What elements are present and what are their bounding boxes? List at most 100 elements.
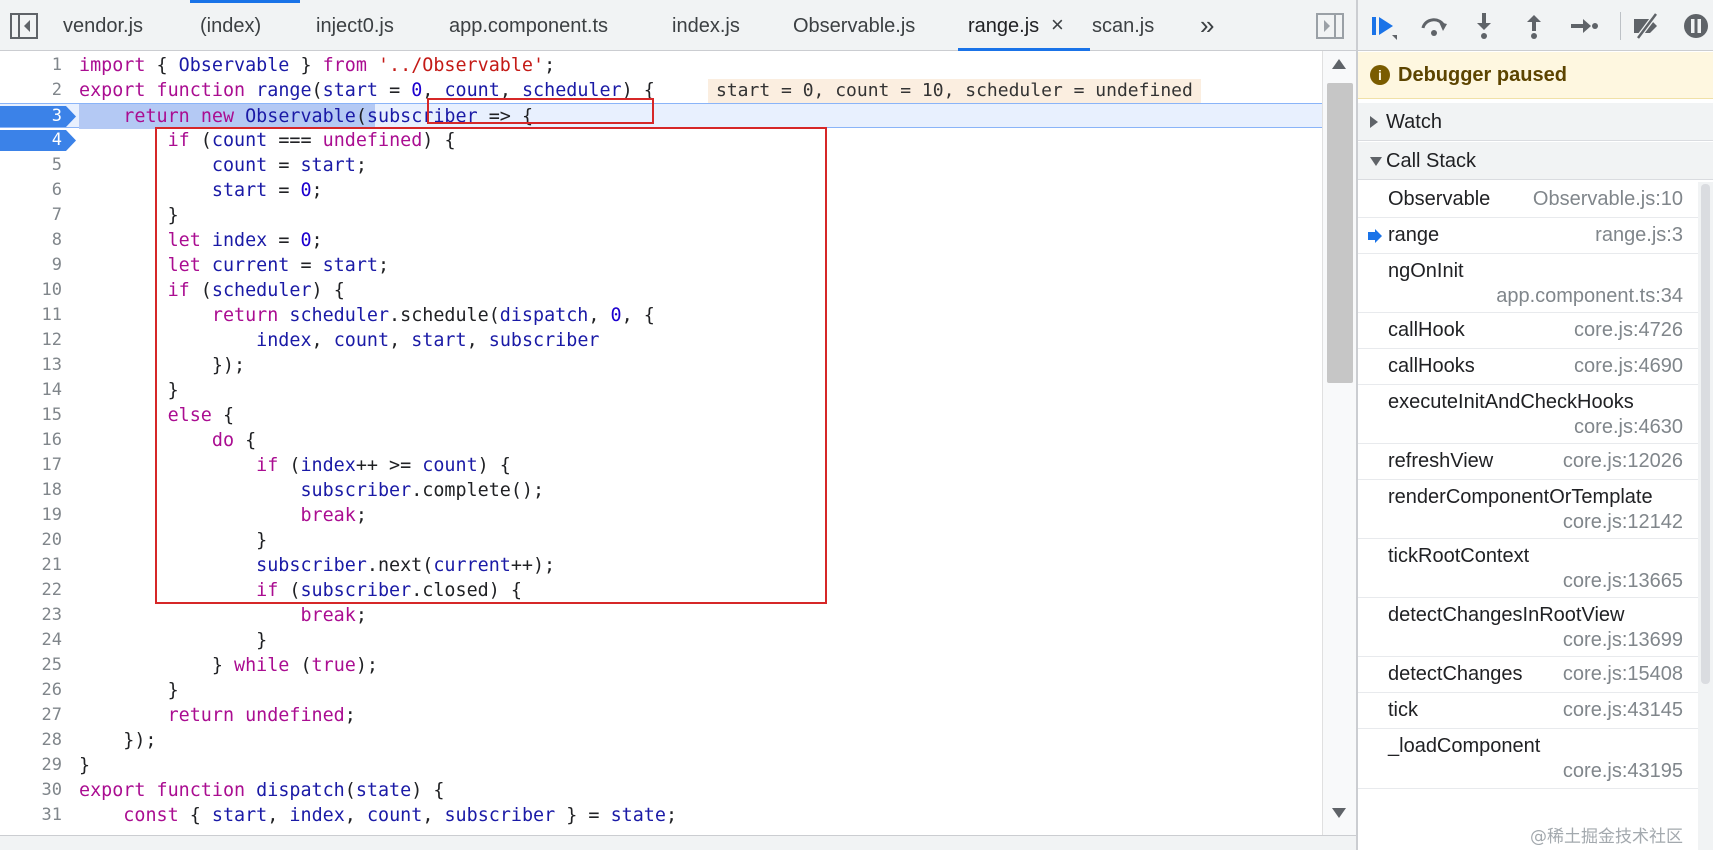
line-number[interactable]: 4 xyxy=(0,128,64,153)
code-line[interactable]: 9 let current = start; xyxy=(0,253,1322,278)
step-into-icon[interactable] xyxy=(1468,10,1500,42)
code-line[interactable]: 25 } while (true); xyxy=(0,653,1322,678)
code-line[interactable]: 28 }); xyxy=(0,728,1322,753)
line-number[interactable]: 30 xyxy=(0,778,64,803)
call-frame[interactable]: executeInitAndCheckHooks core.js:4630 xyxy=(1358,385,1713,444)
deactivate-breakpoints-icon[interactable] xyxy=(1630,10,1662,42)
frame-location-link[interactable]: core.js:43195 xyxy=(1563,760,1683,783)
code-line[interactable]: 19 break; xyxy=(0,503,1322,528)
tab-app-component-ts[interactable]: app.component.ts xyxy=(449,0,608,51)
frame-location-link[interactable]: core.js:15408 xyxy=(1563,663,1683,686)
step-over-icon[interactable] xyxy=(1418,10,1450,42)
call-frame[interactable]: tick core.js:43145 xyxy=(1358,693,1713,729)
close-tab-icon[interactable]: × xyxy=(1051,0,1064,50)
code-line[interactable]: 31 const { start, index, count, subscrib… xyxy=(0,803,1322,828)
tab-vendor-js[interactable]: vendor.js xyxy=(63,0,143,51)
pause-on-exceptions-icon[interactable] xyxy=(1680,10,1712,42)
line-number[interactable]: 6 xyxy=(0,178,64,203)
resume-icon[interactable] xyxy=(1368,10,1400,42)
code-line[interactable]: 15 else { xyxy=(0,403,1322,428)
call-frame[interactable]: detectChanges core.js:15408 xyxy=(1358,657,1713,693)
frame-location-link[interactable]: Observable.js:10 xyxy=(1533,188,1683,211)
line-number[interactable]: 19 xyxy=(0,503,64,528)
line-number[interactable]: 1 xyxy=(0,53,64,78)
line-number[interactable]: 10 xyxy=(0,278,64,303)
line-number[interactable]: 17 xyxy=(0,453,64,478)
frame-location-link[interactable]: core.js:13699 xyxy=(1563,629,1683,652)
sidebar-scrollbar[interactable] xyxy=(1698,182,1713,850)
line-number[interactable]: 25 xyxy=(0,653,64,678)
code-line[interactable]: 17 if (index++ >= count) { xyxy=(0,453,1322,478)
line-number[interactable]: 3 xyxy=(0,104,64,129)
code-line[interactable]: 5 count = start; xyxy=(0,153,1322,178)
step-icon[interactable] xyxy=(1568,10,1600,42)
scroll-up-icon[interactable] xyxy=(1332,59,1346,69)
code-line[interactable]: 13 }); xyxy=(0,353,1322,378)
tab-inject0-js[interactable]: inject0.js xyxy=(316,0,394,51)
call-frame[interactable]: range range.js:3 xyxy=(1358,218,1713,254)
code-line[interactable]: 4 if (count === undefined) { xyxy=(0,128,1322,153)
code-line[interactable]: 23 break; xyxy=(0,603,1322,628)
code-line[interactable]: 2 export function range(start = 0, count,… xyxy=(0,78,1322,103)
tab-range-js[interactable]: range.js xyxy=(968,0,1039,51)
toggle-debugger-icon[interactable] xyxy=(1316,13,1344,39)
line-number[interactable]: 7 xyxy=(0,203,64,228)
frame-location-link[interactable]: app.component.ts:34 xyxy=(1496,285,1683,308)
line-number[interactable]: 18 xyxy=(0,478,64,503)
code-line[interactable]: 14 } xyxy=(0,378,1322,403)
code-line[interactable]: 12 index, count, start, subscriber xyxy=(0,328,1322,353)
frame-location-link[interactable]: core.js:43145 xyxy=(1563,699,1683,722)
tab-index[interactable]: (index) xyxy=(200,0,261,51)
tab-observable-js[interactable]: Observable.js xyxy=(793,0,915,51)
line-number[interactable]: 21 xyxy=(0,553,64,578)
line-number[interactable]: 22 xyxy=(0,578,64,603)
tab-scan-js[interactable]: scan.js xyxy=(1092,0,1154,51)
line-number[interactable]: 26 xyxy=(0,678,64,703)
call-frame[interactable]: ngOnInit app.component.ts:34 xyxy=(1358,254,1713,313)
code-line[interactable]: 11 return scheduler.schedule(dispatch, 0… xyxy=(0,303,1322,328)
line-number[interactable]: 31 xyxy=(0,803,64,828)
call-frame[interactable]: callHooks core.js:4690 xyxy=(1358,349,1713,385)
line-number[interactable]: 5 xyxy=(0,153,64,178)
watch-section-header[interactable]: Watch xyxy=(1358,103,1713,141)
code-line[interactable]: 21 subscriber.next(current++); xyxy=(0,553,1322,578)
line-number[interactable]: 24 xyxy=(0,628,64,653)
line-number[interactable]: 2 xyxy=(0,78,64,103)
line-number[interactable]: 12 xyxy=(0,328,64,353)
code-line[interactable]: 27 return undefined; xyxy=(0,703,1322,728)
code-line[interactable]: 8 let index = 0; xyxy=(0,228,1322,253)
scroll-down-icon[interactable] xyxy=(1332,808,1346,818)
code-line[interactable]: 6 start = 0; xyxy=(0,178,1322,203)
toggle-navigator-icon[interactable] xyxy=(10,13,38,39)
line-number[interactable]: 16 xyxy=(0,428,64,453)
more-tabs-button[interactable]: » xyxy=(1200,0,1214,50)
code-line[interactable]: 29} xyxy=(0,753,1322,778)
line-number[interactable]: 11 xyxy=(0,303,64,328)
frame-location-link[interactable]: range.js:3 xyxy=(1595,224,1683,247)
line-number[interactable]: 13 xyxy=(0,353,64,378)
call-frame[interactable]: callHook core.js:4726 xyxy=(1358,313,1713,349)
frame-location-link[interactable]: core.js:12142 xyxy=(1563,511,1683,534)
code-line[interactable]: 3 return new Observable(subscriber => { xyxy=(0,103,1322,129)
line-number[interactable]: 29 xyxy=(0,753,64,778)
code-editor[interactable]: 1 import { Observable } from '../Observab… xyxy=(0,51,1322,835)
code-line[interactable]: 22 if (subscriber.closed) { xyxy=(0,578,1322,603)
call-frame[interactable]: refreshView core.js:12026 xyxy=(1358,444,1713,480)
code-line[interactable]: 24 } xyxy=(0,628,1322,653)
code-line[interactable]: 7 } xyxy=(0,203,1322,228)
line-number[interactable]: 15 xyxy=(0,403,64,428)
scroll-thumb[interactable] xyxy=(1327,83,1353,383)
call-frame[interactable]: _loadComponent core.js:43195 xyxy=(1358,729,1713,789)
frame-location-link[interactable]: core.js:4630 xyxy=(1574,416,1683,439)
frame-location-link[interactable]: core.js:4726 xyxy=(1574,319,1683,342)
tab-index-js[interactable]: index.js xyxy=(672,0,740,51)
line-number[interactable]: 9 xyxy=(0,253,64,278)
code-line[interactable]: 20 } xyxy=(0,528,1322,553)
line-number[interactable]: 27 xyxy=(0,703,64,728)
code-line[interactable]: 16 do { xyxy=(0,428,1322,453)
callstack-section-header[interactable]: Call Stack xyxy=(1358,142,1713,180)
line-number[interactable]: 8 xyxy=(0,228,64,253)
call-frame[interactable]: Observable Observable.js:10 xyxy=(1358,182,1713,218)
sidebar-scroll-thumb[interactable] xyxy=(1701,184,1710,684)
call-frame[interactable]: detectChangesInRootView core.js:13699 xyxy=(1358,598,1713,657)
